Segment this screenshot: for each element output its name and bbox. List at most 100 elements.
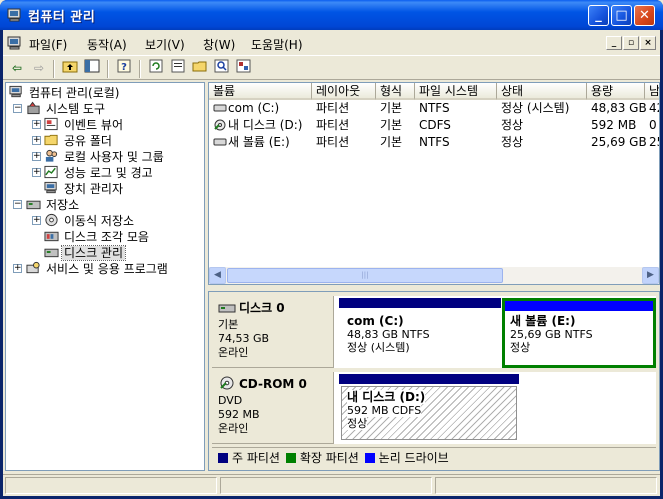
partition-status: 정상: [510, 341, 531, 354]
disk-type: 기본: [218, 318, 239, 331]
column-header-status[interactable]: 상태: [497, 83, 587, 100]
disk-0-info[interactable]: 디스크 0 기본 74,53 GB 온라인: [212, 296, 334, 368]
legend-swatch-extended: [285, 453, 296, 463]
collapse-icon[interactable]: −: [13, 104, 22, 113]
export-list-icon[interactable]: [235, 59, 253, 77]
tree-label: 공유 폴더: [64, 134, 112, 148]
cdrom-0-info[interactable]: CD-ROM 0 DVD 592 MB 온라인: [212, 372, 334, 444]
scroll-right-icon[interactable]: ▶: [642, 267, 659, 284]
refresh-icon[interactable]: [147, 59, 165, 77]
tree-label: 이벤트 뷰어: [64, 118, 124, 132]
tree-item-event-viewer[interactable]: 이벤트 뷰어: [44, 116, 125, 132]
expand-icon[interactable]: +: [32, 168, 41, 177]
expand-icon[interactable]: +: [32, 216, 41, 225]
type-cell: 기본: [380, 135, 403, 149]
status-cell: [220, 477, 432, 494]
tree-item-shared-folders[interactable]: 공유 폴더: [44, 132, 114, 148]
forward-arrow-icon[interactable]: ⇨: [30, 59, 48, 77]
table-row[interactable]: com (C:) 파티션 기본 NTFS 정상 (시스템) 48,83 GB 4…: [209, 100, 659, 117]
tree-root-computer-management[interactable]: 컴퓨터 관리(로컬): [9, 84, 121, 100]
volume-cell: 새 볼륨 (E:): [209, 134, 290, 151]
capacity-cell: 48,83 GB: [591, 101, 647, 115]
collapse-icon[interactable]: −: [13, 200, 22, 209]
minimize-button[interactable]: _: [588, 5, 609, 26]
horizontal-scrollbar[interactable]: ◀ ||| ▶: [209, 267, 659, 284]
event-viewer-icon: [44, 117, 58, 131]
tree-item-performance-logs[interactable]: 성능 로그 및 경고: [44, 164, 155, 180]
scroll-thumb[interactable]: |||: [227, 268, 503, 283]
back-arrow-icon[interactable]: ⇦: [8, 59, 26, 77]
column-header-capacity[interactable]: 용량: [587, 83, 645, 100]
partition-e[interactable]: 새 볼륨 (E:) 25,69 GB NTFS 정상: [502, 298, 656, 368]
legend-extended: 확장 파티션: [299, 451, 359, 465]
column-header-volume[interactable]: 볼륨: [209, 83, 312, 100]
tools-icon: [27, 101, 40, 115]
toolbar-separator: [107, 60, 109, 78]
partition-info: 48,83 GB NTFS: [347, 328, 430, 341]
scroll-left-icon[interactable]: ◀: [209, 267, 226, 284]
drive-icon: [213, 138, 227, 146]
mdi-close-button[interactable]: ×: [640, 36, 656, 50]
cdrom-icon: [214, 119, 226, 131]
expand-icon[interactable]: +: [32, 120, 41, 129]
expand-icon[interactable]: +: [13, 264, 22, 273]
capacity-cell: 592 MB: [591, 118, 637, 132]
menu-view[interactable]: 보기(V): [145, 36, 185, 53]
column-header-type[interactable]: 형식: [376, 83, 415, 100]
type-cell: 기본: [380, 101, 403, 115]
tree-item-system-tools[interactable]: 시스템 도구: [26, 100, 107, 116]
users-icon: [45, 149, 58, 162]
folder-icon: [44, 134, 58, 146]
tree-item-defragmenter[interactable]: 디스크 조각 모음: [44, 228, 151, 244]
tree-item-services-applications[interactable]: 서비스 및 응용 프로그램: [26, 260, 170, 276]
legend-logical: 논리 드라이브: [378, 451, 449, 465]
partition-d[interactable]: 내 디스크 (D:) 592 MB CDFS 정상: [339, 374, 519, 442]
column-header-layout[interactable]: 레이아웃: [312, 83, 376, 100]
up-folder-icon[interactable]: [61, 59, 79, 77]
expand-icon[interactable]: +: [32, 152, 41, 161]
table-row[interactable]: 내 디스크 (D:) 파티션 기본 CDFS 정상 592 MB 0: [209, 117, 659, 134]
device-manager-icon: [44, 181, 57, 194]
expand-icon[interactable]: +: [32, 136, 41, 145]
close-button[interactable]: ✕: [634, 5, 655, 26]
tree-label: 저장소: [46, 198, 80, 212]
volume-list[interactable]: 볼륨 레이아웃 형식 파일 시스템 상태 용량 남 com (C:) 파티션 기…: [208, 82, 660, 285]
column-header-free[interactable]: 남: [645, 83, 659, 100]
toolbar-separator: [53, 60, 55, 78]
menu-action[interactable]: 동작(A): [87, 36, 127, 53]
tree-label: 시스템 도구: [46, 102, 106, 116]
properties-icon[interactable]: [169, 59, 187, 77]
console-tree[interactable]: 컴퓨터 관리(로컬) − 시스템 도구 + 이벤트 뷰어 + 공유 폴더 + 로…: [5, 82, 205, 471]
computer-icon[interactable]: [7, 35, 23, 51]
open-folder-icon[interactable]: [191, 59, 209, 77]
menu-file[interactable]: 파일(F): [29, 36, 67, 53]
column-header-filesystem[interactable]: 파일 시스템: [415, 83, 497, 100]
tree-label: 장치 관리자: [64, 182, 124, 196]
tree-item-storage[interactable]: 저장소: [26, 196, 81, 212]
disk-name: CD-ROM 0: [218, 376, 327, 391]
disk-icon: [44, 248, 59, 258]
toolbar: ⇦ ⇨ ?: [3, 55, 660, 80]
tree-item-local-users[interactable]: 로컬 사용자 및 그룹: [44, 148, 166, 164]
tree-label: 컴퓨터 관리(로컬): [29, 86, 120, 100]
help-icon[interactable]: ?: [115, 59, 133, 77]
tree-item-removable-storage[interactable]: 이동식 저장소: [44, 212, 136, 228]
menu-help[interactable]: 도움말(H): [251, 36, 303, 53]
menu-window[interactable]: 창(W): [203, 36, 235, 53]
maximize-button[interactable]: □: [611, 5, 632, 26]
tree-label: 서비스 및 응용 프로그램: [46, 262, 168, 276]
mdi-controls: _ ▫ ×: [605, 35, 656, 50]
table-row[interactable]: 새 볼륨 (E:) 파티션 기본 NTFS 정상 25,69 GB 25: [209, 134, 659, 151]
type-cell: 기본: [380, 118, 403, 132]
mdi-minimize-button[interactable]: _: [606, 36, 622, 50]
partition-c[interactable]: com (C:) 48,83 GB NTFS 정상 (시스템): [339, 298, 501, 366]
filesystem-cell: NTFS: [419, 101, 450, 115]
tree-item-disk-management[interactable]: 디스크 관리: [44, 244, 127, 261]
mdi-restore-button[interactable]: ▫: [623, 36, 639, 50]
title-bar[interactable]: 컴퓨터 관리 _ □ ✕: [0, 0, 663, 30]
search-icon[interactable]: [213, 59, 231, 77]
list-header: 볼륨 레이아웃 형식 파일 시스템 상태 용량 남: [209, 83, 659, 100]
tree-item-device-manager[interactable]: 장치 관리자: [44, 180, 125, 196]
show-hide-tree-icon[interactable]: [83, 59, 101, 77]
filesystem-cell: NTFS: [419, 135, 450, 149]
